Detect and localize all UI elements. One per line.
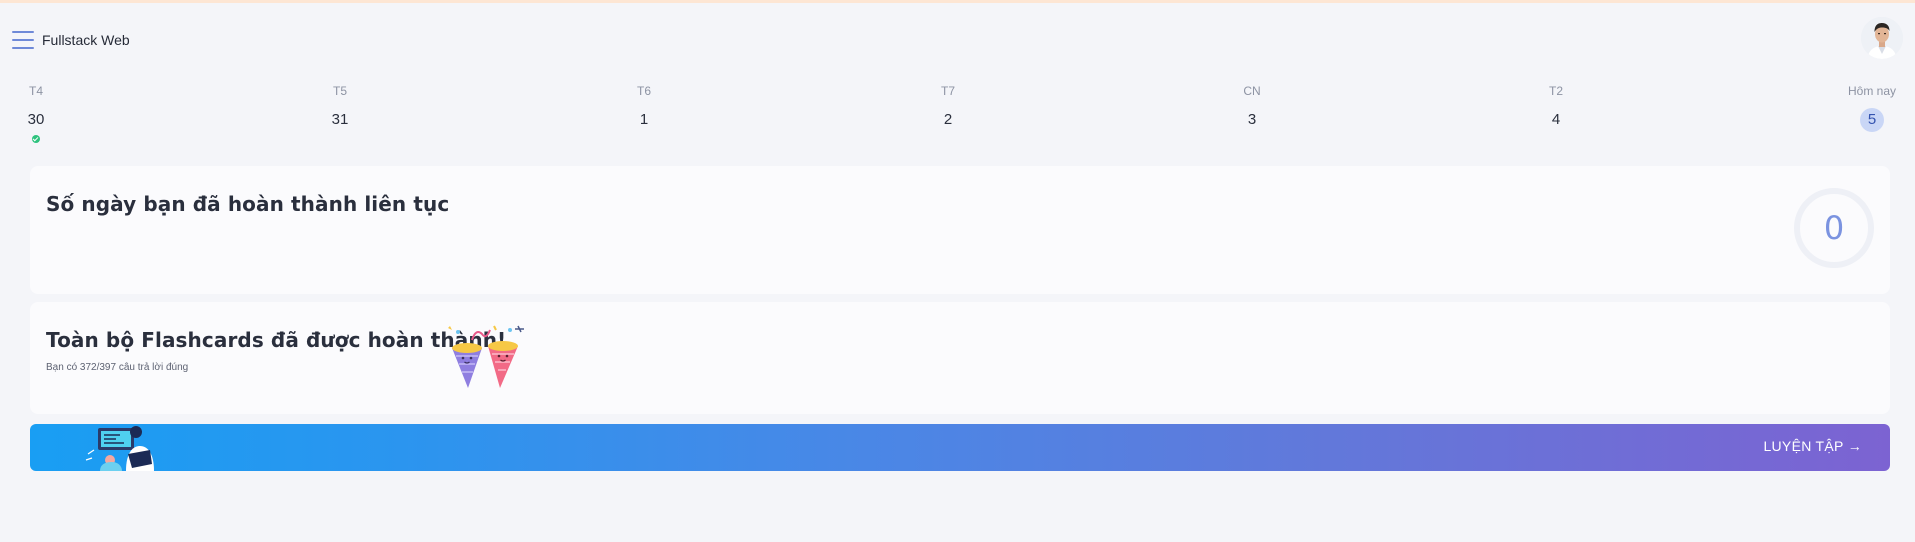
- practice-banner[interactable]: LUYỆN TẬP →: [30, 424, 1890, 471]
- day-item[interactable]: T5 31: [300, 82, 380, 132]
- avatar[interactable]: [1861, 17, 1903, 59]
- day-number: 31: [331, 111, 349, 128]
- flashcards-score: Bạn có 372/397 câu trả lời đúng: [46, 362, 189, 373]
- day-number: 1: [639, 111, 649, 128]
- streak-value: 0: [1823, 209, 1845, 247]
- streak-title: Số ngày bạn đã hoàn thành liên tục: [46, 192, 450, 216]
- week-strip: T4 30 T5 31 T6 1 T7 2 CN 3 T2 4 Hôm nay …: [0, 82, 1915, 152]
- day-item[interactable]: T4 30: [0, 82, 76, 143]
- day-item[interactable]: T7 2: [908, 82, 988, 132]
- party-popper-icon: [444, 322, 526, 394]
- day-item[interactable]: T2 4: [1516, 82, 1596, 132]
- study-illustration-icon: [80, 424, 180, 471]
- day-name: CN: [1243, 84, 1261, 98]
- arrow-right-icon: →: [1847, 438, 1862, 454]
- flashcards-card: Toàn bộ Flashcards đã được hoàn thành! B…: [30, 302, 1890, 414]
- day-name: T5: [332, 84, 347, 98]
- day-name: T6: [636, 84, 651, 98]
- app-title: Fullstack Web: [42, 32, 130, 48]
- day-number: 4: [1551, 111, 1561, 128]
- day-name: T2: [1548, 84, 1563, 98]
- day-item[interactable]: T6 1: [604, 82, 684, 132]
- streak-ring: 0: [1794, 188, 1874, 268]
- day-name: T7: [940, 84, 955, 98]
- day-item[interactable]: CN 3: [1212, 82, 1292, 132]
- menu-icon[interactable]: [12, 31, 34, 51]
- day-name: Hôm nay: [1847, 84, 1897, 98]
- day-number: 3: [1247, 111, 1257, 128]
- streak-card: Số ngày bạn đã hoàn thành liên tục 0: [30, 166, 1890, 294]
- day-number: 2: [943, 111, 953, 128]
- app-header: Fullstack Web: [0, 3, 1915, 75]
- day-name: T4: [28, 84, 43, 98]
- flashcards-title: Toàn bộ Flashcards đã được hoàn thành!: [46, 328, 507, 352]
- day-number: 30: [27, 111, 45, 128]
- practice-label: LUYỆN TẬP: [1763, 438, 1844, 454]
- day-number-today: 5: [1860, 108, 1884, 132]
- practice-button[interactable]: LUYỆN TẬP →: [1763, 438, 1862, 454]
- day-item-today[interactable]: Hôm nay 5: [1832, 82, 1912, 132]
- check-circle-icon: [32, 135, 40, 143]
